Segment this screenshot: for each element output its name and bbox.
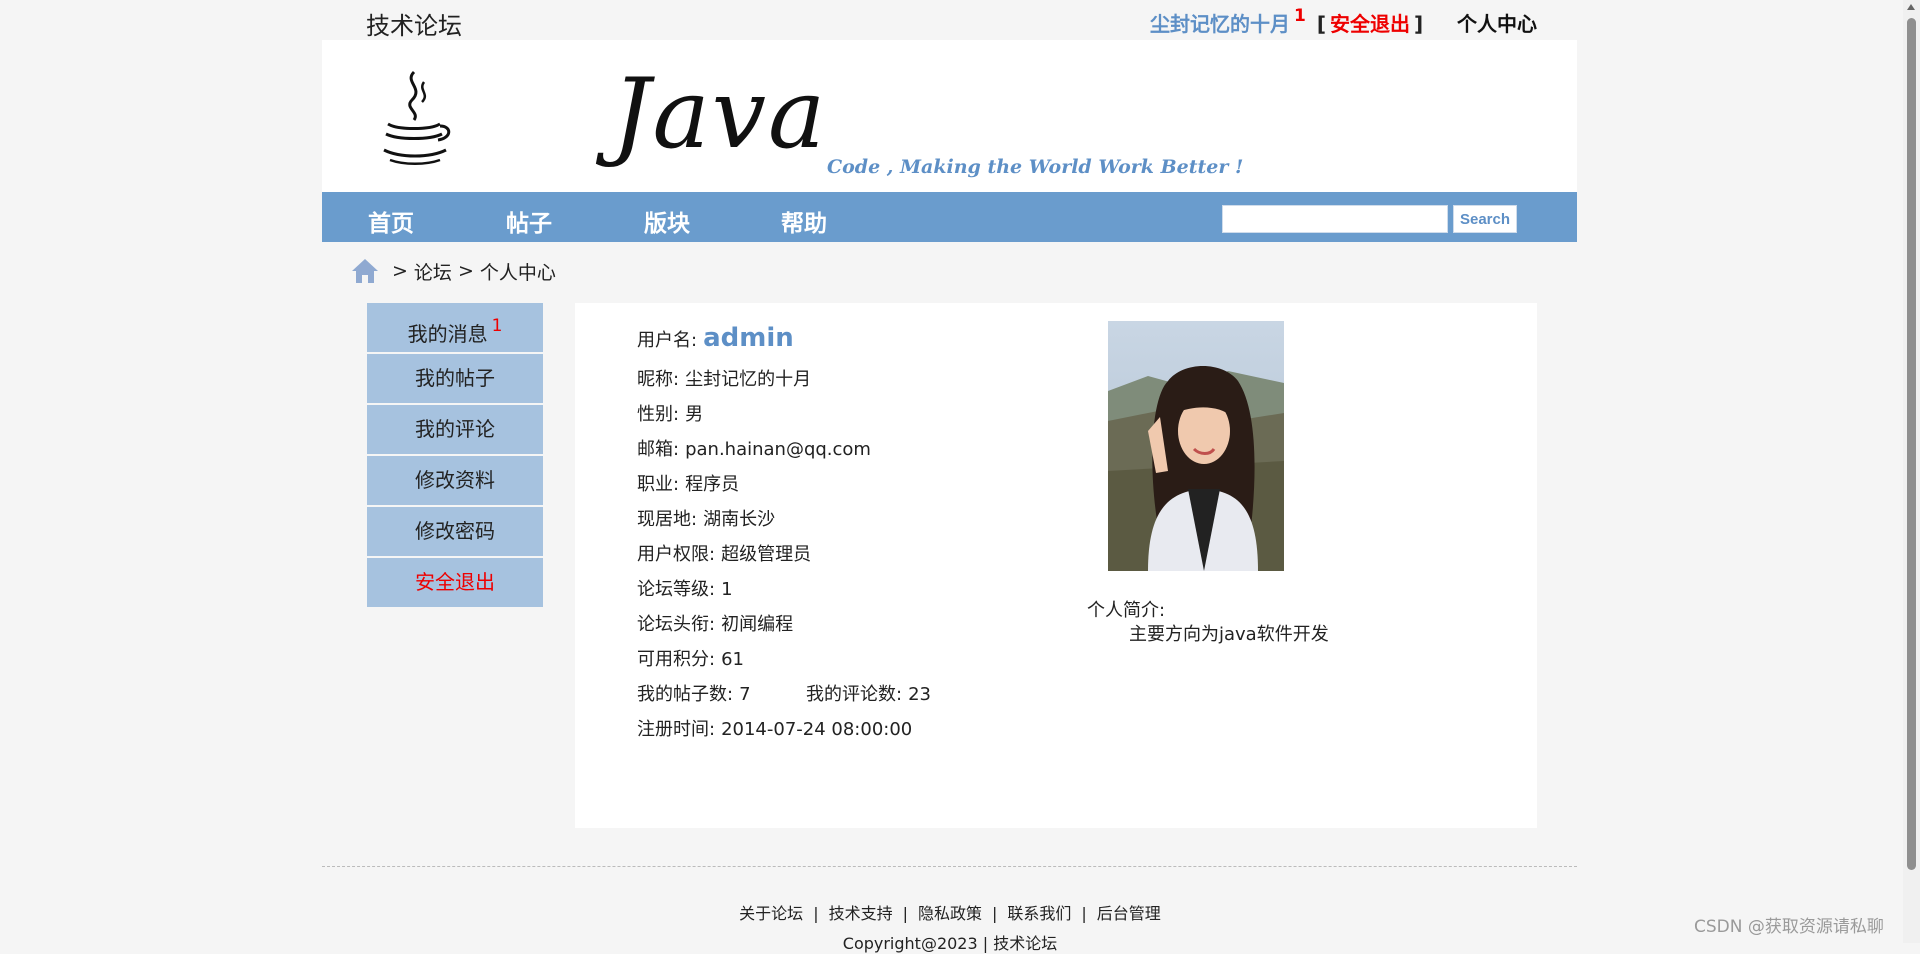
breadcrumb-forum[interactable]: 论坛 bbox=[414, 258, 452, 285]
side-menu: 我的消息 1 我的帖子 我的评论 修改资料 修改密码 安全退出 bbox=[367, 303, 543, 609]
field-label: 注册时间: bbox=[637, 719, 716, 740]
nav-home[interactable]: 首页 bbox=[368, 204, 414, 238]
field-email: 邮箱: pan.hainan@qq.com bbox=[637, 435, 871, 461]
field-label: 论坛头衔: bbox=[637, 614, 716, 635]
field-value: 湖南长沙 bbox=[703, 509, 776, 530]
field-value: pan.hainan@qq.com bbox=[685, 439, 871, 460]
field-level: 论坛等级: 1 bbox=[637, 575, 733, 601]
field-value: 1 bbox=[721, 579, 733, 600]
field-label: 性别: bbox=[637, 404, 680, 425]
java-cup-icon bbox=[383, 70, 451, 165]
breadcrumb-separator: > bbox=[392, 260, 408, 282]
top-bar: 技术论坛 尘封记忆的十月 1 [安全退出] 个人中心 bbox=[0, 0, 1920, 40]
field-value: 初闻编程 bbox=[721, 614, 794, 635]
field-label: 可用积分: bbox=[637, 649, 716, 670]
message-count-badge: 1 bbox=[1294, 6, 1306, 26]
profile-panel: 用户名: admin 昵称: 尘封记忆的十月 性别: 男 邮箱: pan.hainan@… bbox=[575, 303, 1537, 828]
footer-link-contact[interactable]: 联系我们 bbox=[1007, 904, 1071, 923]
field-label: 邮箱: bbox=[637, 439, 680, 460]
field-value: 男 bbox=[685, 404, 704, 425]
footer-separator: | bbox=[902, 904, 908, 923]
footer-separator: | bbox=[992, 904, 998, 923]
field-label: 我的评论数: bbox=[806, 684, 903, 705]
field-label: 昵称: bbox=[637, 369, 680, 390]
post-count: 7 bbox=[739, 684, 751, 705]
field-value: 程序员 bbox=[685, 474, 740, 495]
menu-edit-profile[interactable]: 修改资料 bbox=[367, 456, 543, 505]
java-logo-text: Java bbox=[612, 58, 828, 170]
user-nickname-link[interactable]: 尘封记忆的十月 bbox=[1150, 12, 1290, 36]
site-title: 技术论坛 bbox=[366, 12, 462, 40]
field-label: 职业: bbox=[637, 474, 680, 495]
comment-count: 23 bbox=[908, 684, 931, 705]
footer-separator: | bbox=[813, 904, 819, 923]
menu-my-posts[interactable]: 我的帖子 bbox=[367, 354, 543, 403]
footer-divider bbox=[322, 866, 1577, 867]
nav-posts[interactable]: 帖子 bbox=[506, 204, 552, 238]
nav-boards[interactable]: 版块 bbox=[644, 204, 690, 238]
menu-my-comments[interactable]: 我的评论 bbox=[367, 405, 543, 454]
footer-link-privacy[interactable]: 隐私政策 bbox=[918, 904, 982, 923]
copyright: Copyright@2023 | 技术论坛 bbox=[842, 934, 1058, 953]
watermark: CSDN @获取资源请私聊 bbox=[1694, 917, 1884, 937]
nav-help[interactable]: 帮助 bbox=[781, 204, 827, 238]
user-status: 尘封记忆的十月 1 [安全退出] bbox=[1150, 6, 1427, 37]
search-input[interactable] bbox=[1222, 205, 1448, 233]
avatar bbox=[1108, 321, 1284, 571]
field-label: 我的帖子数: bbox=[637, 684, 734, 705]
field-role: 用户权限: 超级管理员 bbox=[637, 540, 811, 566]
bracket-close: ] bbox=[1413, 12, 1424, 36]
field-label: 现居地: bbox=[637, 509, 698, 530]
field-username: 用户名: admin bbox=[637, 323, 794, 353]
field-value: 61 bbox=[721, 649, 744, 670]
menu-item-label: 我的消息 bbox=[407, 322, 488, 346]
breadcrumb-separator: > bbox=[457, 260, 474, 282]
field-value: 2014-07-24 08:00:00 bbox=[721, 719, 913, 740]
menu-change-password[interactable]: 修改密码 bbox=[367, 507, 543, 556]
footer-link-admin[interactable]: 后台管理 bbox=[1097, 904, 1161, 923]
field-gender: 性别: 男 bbox=[637, 400, 703, 426]
field-location: 现居地: 湖南长沙 bbox=[637, 505, 775, 531]
breadcrumb: > 论坛 > 个人中心 bbox=[350, 256, 556, 286]
banner-slogan: Code , Making the World Work Better ! bbox=[827, 156, 1244, 178]
field-label: 论坛等级: bbox=[637, 579, 716, 600]
scrollbar[interactable] bbox=[1903, 0, 1920, 943]
field-registered: 注册时间: 2014-07-24 08:00:00 bbox=[637, 715, 912, 741]
search-button[interactable]: Search bbox=[1453, 205, 1517, 233]
scroll-thumb[interactable] bbox=[1907, 18, 1916, 870]
bio-text: 主要方向为java软件开发 bbox=[1129, 624, 1329, 645]
menu-my-messages[interactable]: 我的消息 1 bbox=[367, 303, 543, 352]
menu-logout[interactable]: 安全退出 bbox=[367, 558, 543, 607]
main-nav: 首页 帖子 版块 帮助 Search bbox=[322, 192, 1577, 242]
personal-center-link[interactable]: 个人中心 bbox=[1457, 8, 1537, 37]
field-label: 用户权限: bbox=[637, 544, 716, 565]
field-job: 职业: 程序员 bbox=[637, 470, 739, 496]
field-value: 尘封记忆的十月 bbox=[685, 369, 812, 390]
messages-badge: 1 bbox=[491, 316, 503, 336]
footer-links: 关于论坛 | 技术支持 | 隐私政策 | 联系我们 | 后台管理 bbox=[0, 900, 1900, 924]
footer-link-about[interactable]: 关于论坛 bbox=[739, 904, 803, 923]
banner: Java Code , Making the World Work Better… bbox=[322, 40, 1577, 192]
home-icon[interactable] bbox=[350, 257, 380, 285]
breadcrumb-current: 个人中心 bbox=[479, 261, 556, 284]
footer-link-support[interactable]: 技术支持 bbox=[829, 904, 893, 923]
bio-label: 个人简介: bbox=[1087, 600, 1166, 621]
logout-link[interactable]: 安全退出 bbox=[1330, 12, 1410, 36]
field-title: 论坛头衔: 初闻编程 bbox=[637, 610, 793, 636]
username-value: admin bbox=[703, 323, 794, 353]
scroll-up-icon[interactable] bbox=[1907, 4, 1915, 10]
field-value: 超级管理员 bbox=[721, 544, 812, 565]
field-counts: 我的帖子数: 7 我的评论数: 23 bbox=[637, 680, 931, 706]
bracket-open: [ bbox=[1316, 12, 1326, 36]
field-nickname: 昵称: 尘封记忆的十月 bbox=[637, 365, 811, 391]
field-points: 可用积分: 61 bbox=[637, 645, 744, 671]
field-label: 用户名: bbox=[637, 330, 698, 351]
footer-separator: | bbox=[1081, 904, 1087, 923]
